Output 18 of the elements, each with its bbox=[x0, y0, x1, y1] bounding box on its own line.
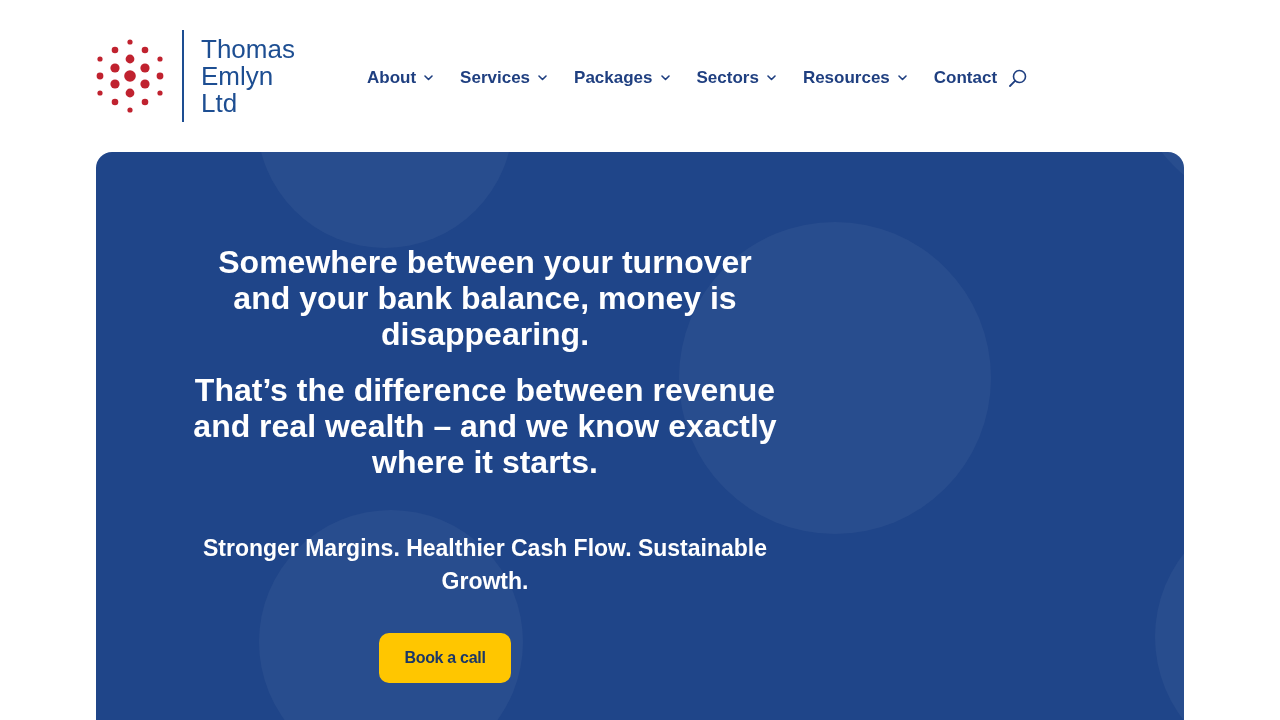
logo-dots-icon bbox=[96, 39, 164, 113]
nav-link[interactable]: Resources bbox=[802, 66, 907, 90]
hero-heading: That’s the difference between revenue and real wealth – and we know exactly where it starts. bbox=[192, 372, 778, 480]
chevron-down-icon bbox=[766, 75, 776, 81]
chevron-down-icon bbox=[897, 75, 907, 81]
nav-link[interactable]: Packages bbox=[574, 66, 670, 90]
hero-tagline: Stronger Margins. Healthier Cash Flow. Sustainable Growth. bbox=[201, 534, 768, 596]
nav-link[interactable]: Services bbox=[460, 66, 548, 90]
logo-text[interactable]: Thomas Emlyn Ltd bbox=[201, 35, 301, 117]
nav-link[interactable]: Contact bbox=[933, 66, 998, 90]
nav-link[interactable]: About bbox=[367, 66, 434, 90]
chevron-down-icon bbox=[660, 75, 670, 81]
search-icon[interactable] bbox=[1009, 69, 1028, 87]
book-call-button[interactable]: Book a call bbox=[379, 633, 511, 683]
chevron-down-icon bbox=[538, 75, 548, 81]
hero-heading: Somewhere between your turnover and your bank balance, money is disappearing. bbox=[217, 244, 753, 352]
chevron-down-icon bbox=[424, 75, 434, 81]
nav-link[interactable]: Sectors bbox=[696, 66, 776, 90]
